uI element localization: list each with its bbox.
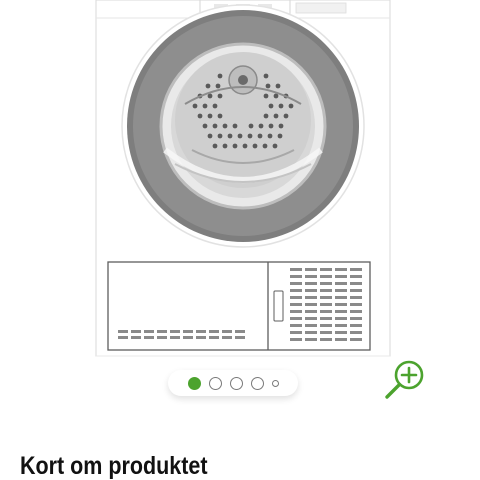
product-image bbox=[95, 0, 391, 357]
carousel-dot-1[interactable] bbox=[187, 376, 201, 390]
carousel-dot-2[interactable] bbox=[208, 376, 222, 390]
product-page: Kort om produktet bbox=[0, 0, 480, 480]
carousel-dot-4[interactable] bbox=[250, 376, 264, 390]
zoom-in-icon bbox=[385, 360, 424, 399]
product-image-gallery[interactable] bbox=[0, 0, 480, 400]
carousel-dot-3[interactable] bbox=[229, 376, 243, 390]
zoom-button[interactable] bbox=[380, 358, 430, 404]
carousel-pagination bbox=[168, 370, 298, 396]
section-title: Kort om produktet bbox=[20, 452, 208, 480]
carousel-dot-5[interactable] bbox=[271, 379, 279, 387]
